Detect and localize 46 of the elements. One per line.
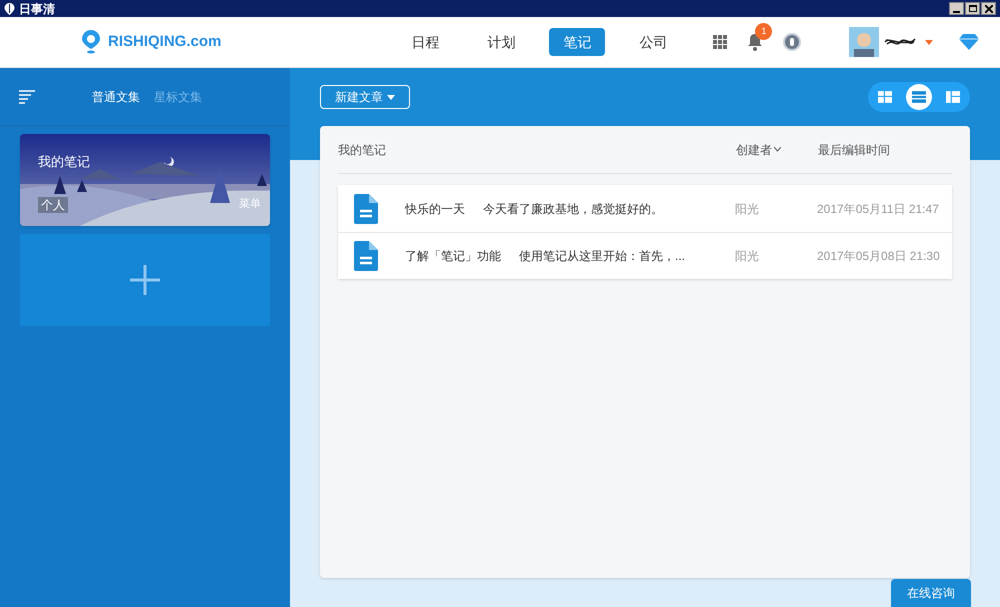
caret-icon xyxy=(387,94,395,100)
location-pin-icon xyxy=(82,30,100,54)
table-cell-text: 阳光 xyxy=(735,200,760,218)
consult-button[interactable]: 在线咨询 xyxy=(891,579,971,607)
document-icon xyxy=(354,194,378,224)
notification-badge: 1 xyxy=(755,23,772,40)
note-summary: 今天看了廉政基地，感觉挺好的。 xyxy=(483,200,663,218)
note-row[interactable]: 快乐的一天 今天看了廉政基地，感觉挺好的。 阳光 2017年05月11日 21:47 xyxy=(338,185,952,232)
menu-icon[interactable] xyxy=(19,90,35,104)
note-title: 快乐的一天 xyxy=(405,200,465,218)
note-summary: 使用笔记从这里开始：首先，... xyxy=(519,248,686,265)
avatar-icon[interactable] xyxy=(849,27,880,57)
column-header: 最后编辑时间 xyxy=(818,142,890,158)
document-icon xyxy=(354,241,378,271)
nav-tab[interactable]: 计划 xyxy=(473,28,530,56)
new-article-button[interactable]: 新建文章 xyxy=(320,85,410,109)
minimize-icon[interactable] xyxy=(949,2,964,15)
split-view-icon xyxy=(946,91,960,103)
column-header: 我的笔记 xyxy=(338,142,387,158)
view-toggle[interactable] xyxy=(906,84,932,110)
table-cell-text: 阳光 xyxy=(735,248,760,265)
maximize-icon[interactable] xyxy=(965,2,980,15)
nav-tab[interactable]: 日程 xyxy=(397,28,454,56)
nav-tab[interactable]: 笔记 xyxy=(549,28,606,56)
app-icon xyxy=(4,2,15,14)
note-row[interactable]: 了解「笔记」功能 使用笔记从这里开始：首先，... 阳光 2017年05月08日 21:30 xyxy=(338,232,952,279)
bell-icon[interactable] xyxy=(747,33,764,51)
caret-icon[interactable] xyxy=(925,40,934,44)
note-title: 了解「笔记」功能 xyxy=(405,248,501,265)
plus-icon xyxy=(130,265,160,295)
window-title: 日事清 xyxy=(19,0,55,18)
chevron-icon xyxy=(774,147,781,152)
close-icon[interactable] xyxy=(981,2,996,15)
list-view-icon xyxy=(912,91,926,103)
sort-column-header[interactable]: 创建者 xyxy=(736,140,818,158)
apps-grid-icon[interactable] xyxy=(713,35,728,49)
grid-view-icon xyxy=(878,91,892,103)
notebook-title: 我的笔记 xyxy=(38,153,90,171)
notebook-tag: 个人 xyxy=(38,197,68,213)
sidebar-tab[interactable]: 普通文集 xyxy=(92,88,140,106)
nav-tab[interactable]: 公司 xyxy=(625,28,682,56)
logo-text: RISHIQING.com xyxy=(108,32,222,52)
help-icon[interactable] xyxy=(783,33,802,51)
table-cell-text: 2017年05月08日 21:30 xyxy=(817,248,940,265)
table-cell-text: 2017年05月11日 21:47 xyxy=(817,200,939,218)
diamond-icon[interactable] xyxy=(959,34,980,50)
